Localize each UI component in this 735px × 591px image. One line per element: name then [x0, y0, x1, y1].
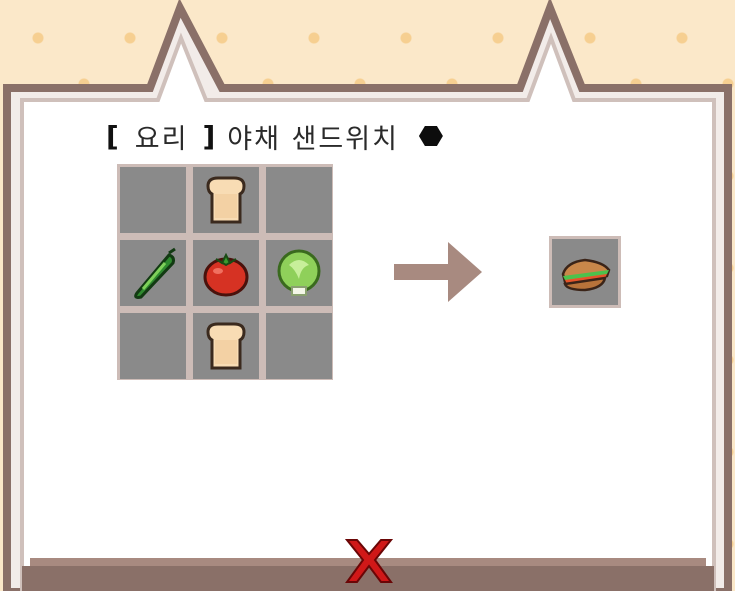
- bracket-close: ]: [202, 119, 218, 153]
- ingredient-grid: [117, 164, 333, 380]
- tomato-icon: [203, 252, 249, 297]
- ingredient-slot-9[interactable]: [266, 313, 332, 379]
- result-item: [552, 239, 618, 305]
- close-x-icon[interactable]: [343, 536, 395, 586]
- ingredient-slot-2[interactable]: [193, 167, 259, 233]
- ingredient-slot-1[interactable]: [120, 167, 186, 233]
- recipe-name: 야채 샌드위치: [227, 123, 399, 155]
- black-hexagon-icon: [418, 126, 443, 146]
- ingredient-slot-8[interactable]: [193, 313, 259, 379]
- vegetable-sandwich-icon: [561, 258, 611, 292]
- bread-slice-icon: [206, 322, 246, 370]
- recipe-title: [ 요리 ] 야채 샌드위치: [106, 118, 443, 155]
- cucumber-icon: [134, 247, 176, 299]
- bracket-open: [: [106, 119, 121, 153]
- result-slot[interactable]: [549, 236, 621, 308]
- ingredient-slot-6[interactable]: [266, 240, 332, 306]
- ingredient-slot-4[interactable]: [120, 240, 186, 306]
- ingredient-slot-7[interactable]: [120, 313, 186, 379]
- lettuce-icon: [277, 249, 321, 296]
- bread-slice-icon: [206, 176, 246, 224]
- ingredient-slot-5[interactable]: [193, 240, 259, 306]
- dialog-frame: [3, 0, 732, 591]
- recipe-category: 요리: [134, 123, 189, 155]
- ingredient-slot-3[interactable]: [266, 167, 332, 233]
- right-arrow-icon: [394, 242, 482, 302]
